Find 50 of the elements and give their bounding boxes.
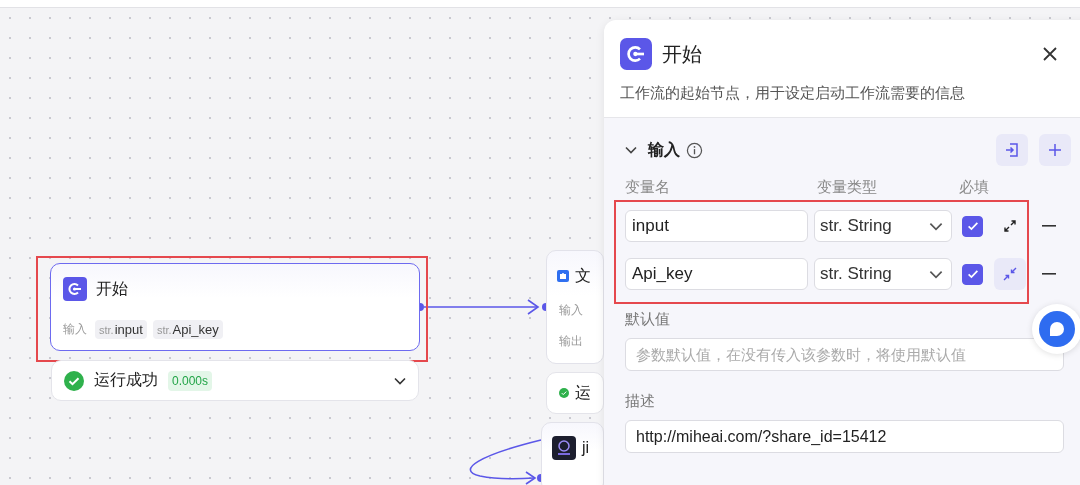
chevron-icon bbox=[929, 221, 943, 231]
add-button[interactable] bbox=[1039, 134, 1071, 166]
variable-chip: str.Api_key bbox=[152, 320, 223, 339]
time-badge: 0.000s bbox=[168, 370, 213, 391]
type-select[interactable]: str. String bbox=[814, 210, 952, 242]
column-header: 必填 bbox=[959, 178, 989, 197]
import-button[interactable] bbox=[996, 134, 1028, 166]
input-label: 输入 bbox=[63, 321, 87, 338]
info-icon[interactable] bbox=[686, 141, 703, 159]
chevron-icon bbox=[929, 269, 943, 279]
column-header: 变量名 bbox=[625, 178, 671, 197]
start-icon bbox=[620, 38, 652, 70]
start-icon bbox=[63, 277, 87, 301]
required-checkbox[interactable] bbox=[962, 215, 983, 237]
expand-icon bbox=[1002, 218, 1018, 234]
variable-chip: str.input bbox=[95, 320, 147, 339]
node-title: ji bbox=[582, 439, 590, 457]
start-node[interactable]: 开始 输入 str.input str.Api_key bbox=[50, 263, 420, 351]
row-label: 输入 bbox=[558, 302, 584, 319]
chevron-icon[interactable] bbox=[394, 376, 406, 385]
run-status-bar[interactable]: 运 bbox=[546, 372, 604, 414]
status-text: 运行成功 bbox=[94, 370, 158, 390]
chat-icon bbox=[1037, 309, 1077, 349]
column-header: 变量类型 bbox=[817, 178, 878, 197]
required-checkbox[interactable] bbox=[962, 263, 983, 285]
row-label: 输出 bbox=[558, 333, 584, 350]
success-check-icon bbox=[64, 370, 84, 391]
collapse-button[interactable] bbox=[994, 258, 1026, 290]
import-icon bbox=[1004, 142, 1020, 158]
panel-description: 工作流的起始节点，用于设定启动工作流需要的信息 bbox=[604, 70, 1080, 118]
section-title: 输入 bbox=[648, 139, 680, 160]
model-node[interactable]: ji bbox=[541, 422, 604, 485]
default-value-field[interactable]: 参数默认值，在没有传入该参数时，将使用默认值 bbox=[625, 338, 1064, 371]
panel-title: 开始 bbox=[662, 41, 702, 67]
variable-name-field[interactable]: input bbox=[625, 210, 808, 242]
status-text: 运 bbox=[575, 382, 591, 403]
run-status-bar[interactable]: 运行成功 0.000s bbox=[51, 360, 419, 401]
plus-icon bbox=[1047, 142, 1063, 158]
robot-avatar-icon bbox=[552, 436, 576, 460]
field-label: 默认值 bbox=[625, 310, 671, 329]
collapse-icon bbox=[1002, 266, 1018, 282]
type-select[interactable]: str. String bbox=[814, 258, 952, 290]
text-node[interactable]: 文 输入 输出 bbox=[546, 250, 604, 364]
chevron-icon[interactable] bbox=[625, 146, 637, 154]
node-title: 开始 bbox=[96, 278, 128, 299]
variable-name-field[interactable]: Api_key bbox=[625, 258, 808, 290]
description-field[interactable]: http://miheai.com/?share_id=15412 bbox=[625, 420, 1064, 453]
node-title: 文 bbox=[575, 265, 591, 286]
field-label: 描述 bbox=[625, 392, 656, 411]
close-icon[interactable] bbox=[1042, 46, 1058, 62]
